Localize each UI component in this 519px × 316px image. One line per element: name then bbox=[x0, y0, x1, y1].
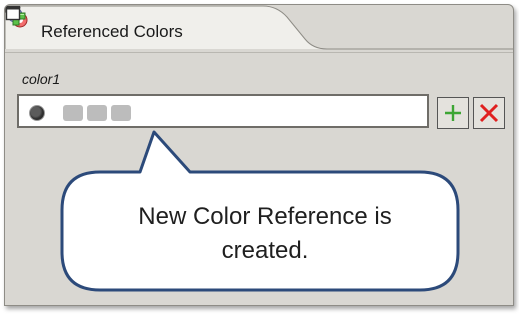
color-value-swatch bbox=[111, 105, 131, 121]
callout-line-2: created. bbox=[221, 237, 309, 264]
color-reference-field[interactable] bbox=[17, 94, 429, 128]
color-reference-label: color1 bbox=[22, 71, 61, 87]
plus-icon bbox=[445, 105, 461, 121]
color-value-swatch bbox=[87, 105, 107, 121]
maximize-icon[interactable] bbox=[5, 5, 21, 21]
callout-text: New Color Reference is created. bbox=[80, 200, 450, 268]
view-tab-strip: Referenced Colors bbox=[5, 5, 513, 53]
red-x-icon bbox=[479, 103, 499, 123]
tab-title[interactable]: Referenced Colors bbox=[41, 22, 183, 42]
color-value-swatch bbox=[63, 105, 83, 121]
callout-line-1: New Color Reference is bbox=[138, 203, 392, 230]
color-selector-radio[interactable] bbox=[29, 105, 45, 121]
